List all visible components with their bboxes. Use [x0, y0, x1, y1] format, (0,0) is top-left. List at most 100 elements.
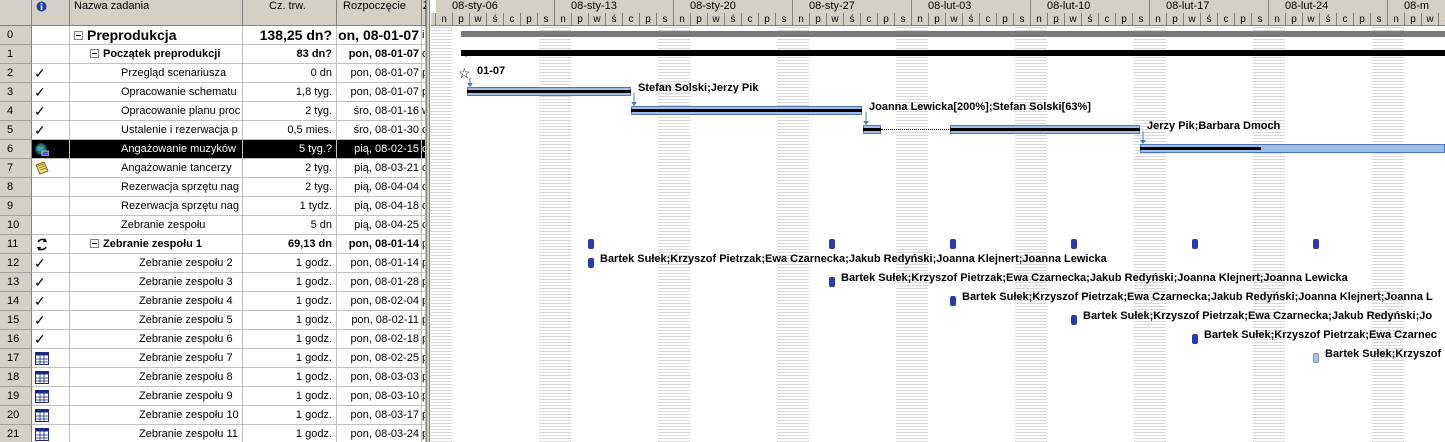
task-name-cell[interactable]: Zebranie zespołu 2: [70, 254, 243, 273]
duration-cell[interactable]: 2 tyg.: [243, 159, 337, 178]
duration-cell[interactable]: 1 godz.: [243, 387, 337, 406]
table-row[interactable]: 3 ✓ Opracowanie schematu 1,8 tyg. pon, 08-01…: [0, 83, 426, 102]
duration-cell[interactable]: 0 dn: [243, 64, 337, 83]
task-name-cell[interactable]: Angażowanie tancerzy: [70, 159, 243, 178]
timescale-week[interactable]: 08-sty-27: [793, 0, 912, 13]
table-row[interactable]: 0Preprodukcja138,25 dn?on, 08-01-07ia: [0, 26, 426, 45]
start-cell[interactable]: on, 08-01-07: [337, 26, 422, 45]
column-header-start[interactable]: Rozpoczęcie: [337, 0, 422, 26]
row-id[interactable]: 4: [0, 102, 32, 121]
row-id[interactable]: 15: [0, 311, 32, 330]
table-row[interactable]: 12 ✓ Zebranie zespołu 2 1 godz. pon, 08-01-1…: [0, 254, 426, 273]
meeting-marker[interactable]: [588, 258, 594, 268]
duration-cell[interactable]: 1 godz.: [243, 330, 337, 349]
start-cell[interactable]: pon, 08-01-07: [337, 45, 422, 64]
task-name-cell[interactable]: Zebranie zespołu 11: [70, 425, 243, 442]
row-id[interactable]: 11: [0, 235, 32, 254]
summary-bar[interactable]: [461, 31, 1445, 37]
duration-cell[interactable]: 5 tyg.?: [243, 140, 337, 159]
start-cell[interactable]: pon, 08-02-04: [337, 292, 422, 311]
timescale-week[interactable]: 08-sty-06: [436, 0, 555, 13]
task-name-cell[interactable]: Preprodukcja: [70, 26, 243, 45]
task-name-cell[interactable]: Zebranie zespołu 8: [70, 368, 243, 387]
table-row[interactable]: 6 Angażowanie muzyków 5 tyg.? pią, 08-02-15…: [0, 140, 426, 159]
row-id[interactable]: 9: [0, 197, 32, 216]
table-row[interactable]: 15 ✓ Zebranie zespołu 5 1 godz. pon, 08-02-1…: [0, 311, 426, 330]
task-name-cell[interactable]: Zebranie zespołu: [70, 216, 243, 235]
duration-cell[interactable]: 1,8 tyg.: [243, 83, 337, 102]
duration-cell[interactable]: 83 dn?: [243, 45, 337, 64]
task-name-cell[interactable]: Opracowanie planu proc: [70, 102, 243, 121]
duration-cell[interactable]: 1 godz.: [243, 368, 337, 387]
start-cell[interactable]: pon, 08-01-28: [337, 273, 422, 292]
collapse-toggle-icon[interactable]: [74, 30, 83, 40]
recurring-milestone[interactable]: [950, 239, 956, 249]
task-name-cell[interactable]: Angażowanie muzyków: [70, 140, 243, 159]
start-cell[interactable]: pon, 08-01-07: [337, 64, 422, 83]
start-cell[interactable]: pią, 08-04-25: [337, 216, 422, 235]
row-id[interactable]: 1: [0, 45, 32, 64]
summary-bar[interactable]: [461, 50, 1445, 56]
task-name-cell[interactable]: Ustalenie i rezerwacja p: [70, 121, 243, 140]
task-name-cell[interactable]: Zebranie zespołu 5: [70, 311, 243, 330]
row-id[interactable]: 18: [0, 368, 32, 387]
duration-cell[interactable]: 5 dn: [243, 216, 337, 235]
start-cell[interactable]: śro, 08-01-16: [337, 102, 422, 121]
task-name-cell[interactable]: Rezerwacja sprzętu nag: [70, 197, 243, 216]
start-cell[interactable]: pon, 08-01-14: [337, 254, 422, 273]
meeting-marker[interactable]: [1313, 353, 1319, 363]
start-cell[interactable]: pią, 08-02-15: [337, 140, 422, 159]
duration-cell[interactable]: 2 tyg.: [243, 102, 337, 121]
task-name-cell[interactable]: Zebranie zespołu 9: [70, 387, 243, 406]
start-cell[interactable]: pon, 08-02-25: [337, 349, 422, 368]
duration-cell[interactable]: 1 godz.: [243, 349, 337, 368]
timescale-week[interactable]: 08-sty-13: [555, 0, 674, 13]
start-cell[interactable]: pią, 08-04-18: [337, 197, 422, 216]
row-id[interactable]: 14: [0, 292, 32, 311]
table-row[interactable]: 5 ✓ Ustalenie i rezerwacja p 0,5 mies. śro, …: [0, 121, 426, 140]
row-id[interactable]: 2: [0, 64, 32, 83]
duration-cell[interactable]: 0,5 mies.: [243, 121, 337, 140]
row-id[interactable]: 3: [0, 83, 32, 102]
table-row[interactable]: 8 Rezerwacja sprzętu nag 2 tyg. pią, 08-04-…: [0, 178, 426, 197]
start-cell[interactable]: pon, 08-03-03: [337, 368, 422, 387]
task-name-cell[interactable]: Zebranie zespołu 7: [70, 349, 243, 368]
table-row[interactable]: 18 Zebranie zespołu 8 1 godz. pon, 08-03-03…: [0, 368, 426, 387]
recurring-milestone[interactable]: [588, 239, 594, 249]
start-cell[interactable]: pon, 08-02-18: [337, 330, 422, 349]
collapse-toggle-icon[interactable]: [90, 238, 99, 248]
duration-cell[interactable]: 69,13 dn: [243, 235, 337, 254]
duration-cell[interactable]: 2 tyg.: [243, 178, 337, 197]
recurring-milestone[interactable]: [1313, 239, 1319, 249]
table-row[interactable]: 7 Angażowanie tancerzy 2 tyg. pią, 08-03-21…: [0, 159, 426, 178]
column-header-id[interactable]: [0, 0, 32, 26]
row-id[interactable]: 7: [0, 159, 32, 178]
duration-cell[interactable]: 138,25 dn?: [243, 26, 337, 45]
task-name-cell[interactable]: Zebranie zespołu 4: [70, 292, 243, 311]
table-row[interactable]: 19 Zebranie zespołu 9 1 godz. pon, 08-03-10…: [0, 387, 426, 406]
start-cell[interactable]: pon, 08-01-14: [337, 235, 422, 254]
start-cell[interactable]: pon, 08-01-07: [337, 83, 422, 102]
table-row[interactable]: 11 Zebranie zespołu 1 69,13 dn pon, 08-01-1…: [0, 235, 426, 254]
duration-cell[interactable]: 1 godz.: [243, 292, 337, 311]
meeting-marker[interactable]: [950, 296, 956, 306]
meeting-marker[interactable]: [1192, 334, 1198, 344]
table-row[interactable]: 17 Zebranie zespołu 7 1 godz. pon, 08-02-25…: [0, 349, 426, 368]
row-id[interactable]: 19: [0, 387, 32, 406]
meeting-marker[interactable]: [1071, 315, 1077, 325]
table-row[interactable]: 16 ✓ Zebranie zespołu 6 1 godz. pon, 08-02-1…: [0, 330, 426, 349]
table-row[interactable]: 2✓Przegląd scenariusza0 dnpon, 08-01-07p: [0, 64, 426, 83]
row-id[interactable]: 5: [0, 121, 32, 140]
row-id[interactable]: 21: [0, 425, 32, 442]
duration-cell[interactable]: 1 godz.: [243, 273, 337, 292]
start-cell[interactable]: śro, 08-01-30: [337, 121, 422, 140]
recurring-milestone[interactable]: [1071, 239, 1077, 249]
collapse-toggle-icon[interactable]: [90, 48, 99, 58]
table-row[interactable]: 4 ✓ Opracowanie planu proc 2 tyg. śro, 08-01…: [0, 102, 426, 121]
task-name-cell[interactable]: Przegląd scenariusza: [70, 64, 243, 83]
start-cell[interactable]: pon, 08-03-24: [337, 425, 422, 442]
row-id[interactable]: 6: [0, 140, 32, 159]
start-cell[interactable]: pon, 08-03-17: [337, 406, 422, 425]
timescale-week[interactable]: 08-lut-24: [1269, 0, 1388, 13]
table-row[interactable]: 10Zebranie zespołu5 dnpią, 08-04-25cz: [0, 216, 426, 235]
